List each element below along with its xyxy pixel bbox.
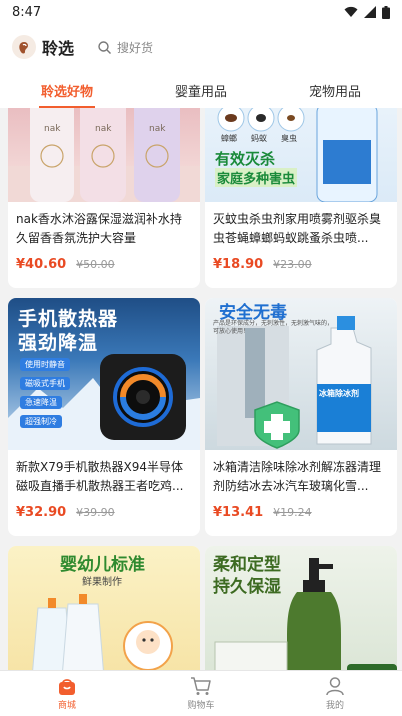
product-prices: ¥13.41 ¥19.24 [205, 505, 397, 520]
pest-label: 蚂蚁 [251, 134, 267, 143]
product-card[interactable]: 安全无毒 产品是环保成分，无刺激性，无刺激气味的，可放心使用！ 冰箱除冰剂 冰箱… [205, 298, 397, 536]
nav-cart-label: 购物车 [187, 701, 215, 711]
promo-subline: 强劲降温 [18, 332, 99, 354]
product-image: 手机散热器 强劲降温 使用时静音 磁吸式手机 急速降温 超强制冷 [8, 298, 200, 450]
bottle-label: nak [149, 124, 166, 134]
status-time: 8:47 [12, 4, 42, 20]
feature-tag: 急速降温 [20, 396, 62, 409]
promo-subline: 鲜果制作 [82, 577, 122, 588]
shop-bag-icon [59, 679, 75, 695]
nav-profile[interactable]: 我的 [268, 671, 402, 716]
promo-headline: 手机散热器 [18, 308, 119, 330]
product-original-price: ¥39.90 [76, 506, 115, 519]
status-icons [344, 5, 390, 19]
bottom-nav: 商城 购物车 我的 [0, 670, 402, 716]
product-title: nak香水沐浴露保湿滋润补水持久留香香氛洗护大容量 [16, 212, 182, 245]
product-prices: ¥18.90 ¥23.00 [205, 257, 397, 272]
feature-tag: 使用时静音 [20, 358, 70, 371]
product-card[interactable]: nak nak nak nak香水沐浴露保湿滋润补水持久留香香氛洗护大容量 ¥4… [8, 108, 200, 288]
product-price: ¥13.41 [213, 505, 264, 520]
product-title: 灭蚊虫杀虫剂家用喷雾剂驱杀臭虫苍蝇蟑螂蚂蚁跳蚤杀虫喷... [213, 212, 382, 245]
tab-pet[interactable]: 宠物用品 [268, 70, 402, 108]
status-bar: 8:47 [0, 0, 402, 24]
feature-tag: 磁吸式手机 [20, 377, 70, 390]
product-feed[interactable]: nak nak nak nak香水沐浴露保湿滋润补水持久留香香氛洗护大容量 ¥4… [0, 108, 402, 670]
search-placeholder: 搜好货 [117, 40, 154, 55]
product-prices: ¥32.90 ¥39.90 [8, 505, 200, 520]
battery-icon [382, 5, 390, 19]
product-price: ¥18.90 [213, 257, 264, 272]
product-card[interactable]: 手机散热器 强劲降温 使用时静音 磁吸式手机 急速降温 超强制冷 新款X79手机… [8, 298, 200, 536]
nav-cart[interactable]: 购物车 [134, 671, 268, 716]
pest-label: 蟑螂 [221, 134, 237, 143]
promo-headline: 有效灭杀 [215, 150, 276, 168]
promo-headline: 婴幼儿标准 [60, 555, 145, 575]
app-logo [12, 35, 36, 59]
product-original-price: ¥23.00 [273, 258, 312, 271]
promo-subline: 持久保湿 [213, 577, 281, 597]
product-card[interactable]: 蟑螂 蚂蚁 臭虫 有效灭杀 家庭多种害虫 灭蚊虫杀虫剂家用喷雾剂驱杀臭虫苍蝇蟑螂… [205, 108, 397, 288]
wifi-icon [344, 6, 358, 17]
promo-note: 产品是环保成分，无刺激性，无刺激气味的，可放心使用！ [213, 320, 334, 335]
product-title: 冰箱清洁除味除冰剂解冻器清理剂防结冰去冰汽车玻璃化雪... [213, 460, 382, 493]
product-image: 蟑螂 蚂蚁 臭虫 有效灭杀 家庭多种害虫 [205, 108, 397, 202]
ear-logo-icon [19, 42, 28, 54]
bottle-label: nak [44, 124, 61, 134]
product-image: 婴幼儿标准 鲜果制作 [8, 546, 200, 670]
product-title: 新款X79手机散热器X94半导体磁吸直播手机散热器王者吃鸡... [16, 460, 184, 493]
app-title: 聆选 [42, 39, 75, 58]
product-price: ¥32.90 [16, 505, 67, 520]
product-original-price: ¥19.24 [273, 506, 312, 519]
product-image: 柔和定型 持久保湿 [205, 546, 397, 670]
promo-subline: 家庭多种害虫 [215, 168, 298, 187]
product-original-price: ¥50.00 [76, 258, 115, 271]
product-card[interactable]: 柔和定型 持久保湿 [205, 546, 397, 670]
user-icon [326, 677, 344, 696]
app-header: 聆选 搜好货 [0, 24, 402, 70]
product-price: ¥40.60 [16, 257, 67, 272]
bottle-label: nak [95, 124, 112, 134]
search-box[interactable]: 搜好货 [98, 39, 153, 56]
tab-featured[interactable]: 聆选好物 [0, 70, 134, 108]
nav-profile-label: 我的 [325, 701, 344, 711]
nav-shop[interactable]: 商城 [0, 671, 134, 716]
feature-tag: 超强制冷 [20, 415, 62, 428]
pest-label: 臭虫 [281, 134, 297, 143]
product-image: nak nak nak [8, 108, 200, 202]
search-icon [98, 40, 112, 54]
cart-icon [191, 677, 211, 695]
tab-baby[interactable]: 婴童用品 [134, 70, 268, 108]
product-prices: ¥40.60 ¥50.00 [8, 257, 200, 272]
category-tabs: 聆选好物 婴童用品 宠物用品 [0, 70, 402, 108]
product-image: 安全无毒 产品是环保成分，无刺激性，无刺激气味的，可放心使用！ 冰箱除冰剂 [205, 298, 397, 450]
product-label: 冰箱除冰剂 [319, 389, 359, 398]
product-card[interactable]: 婴幼儿标准 鲜果制作 [8, 546, 200, 670]
nav-shop-label: 商城 [57, 701, 76, 711]
signal-icon [364, 6, 376, 18]
